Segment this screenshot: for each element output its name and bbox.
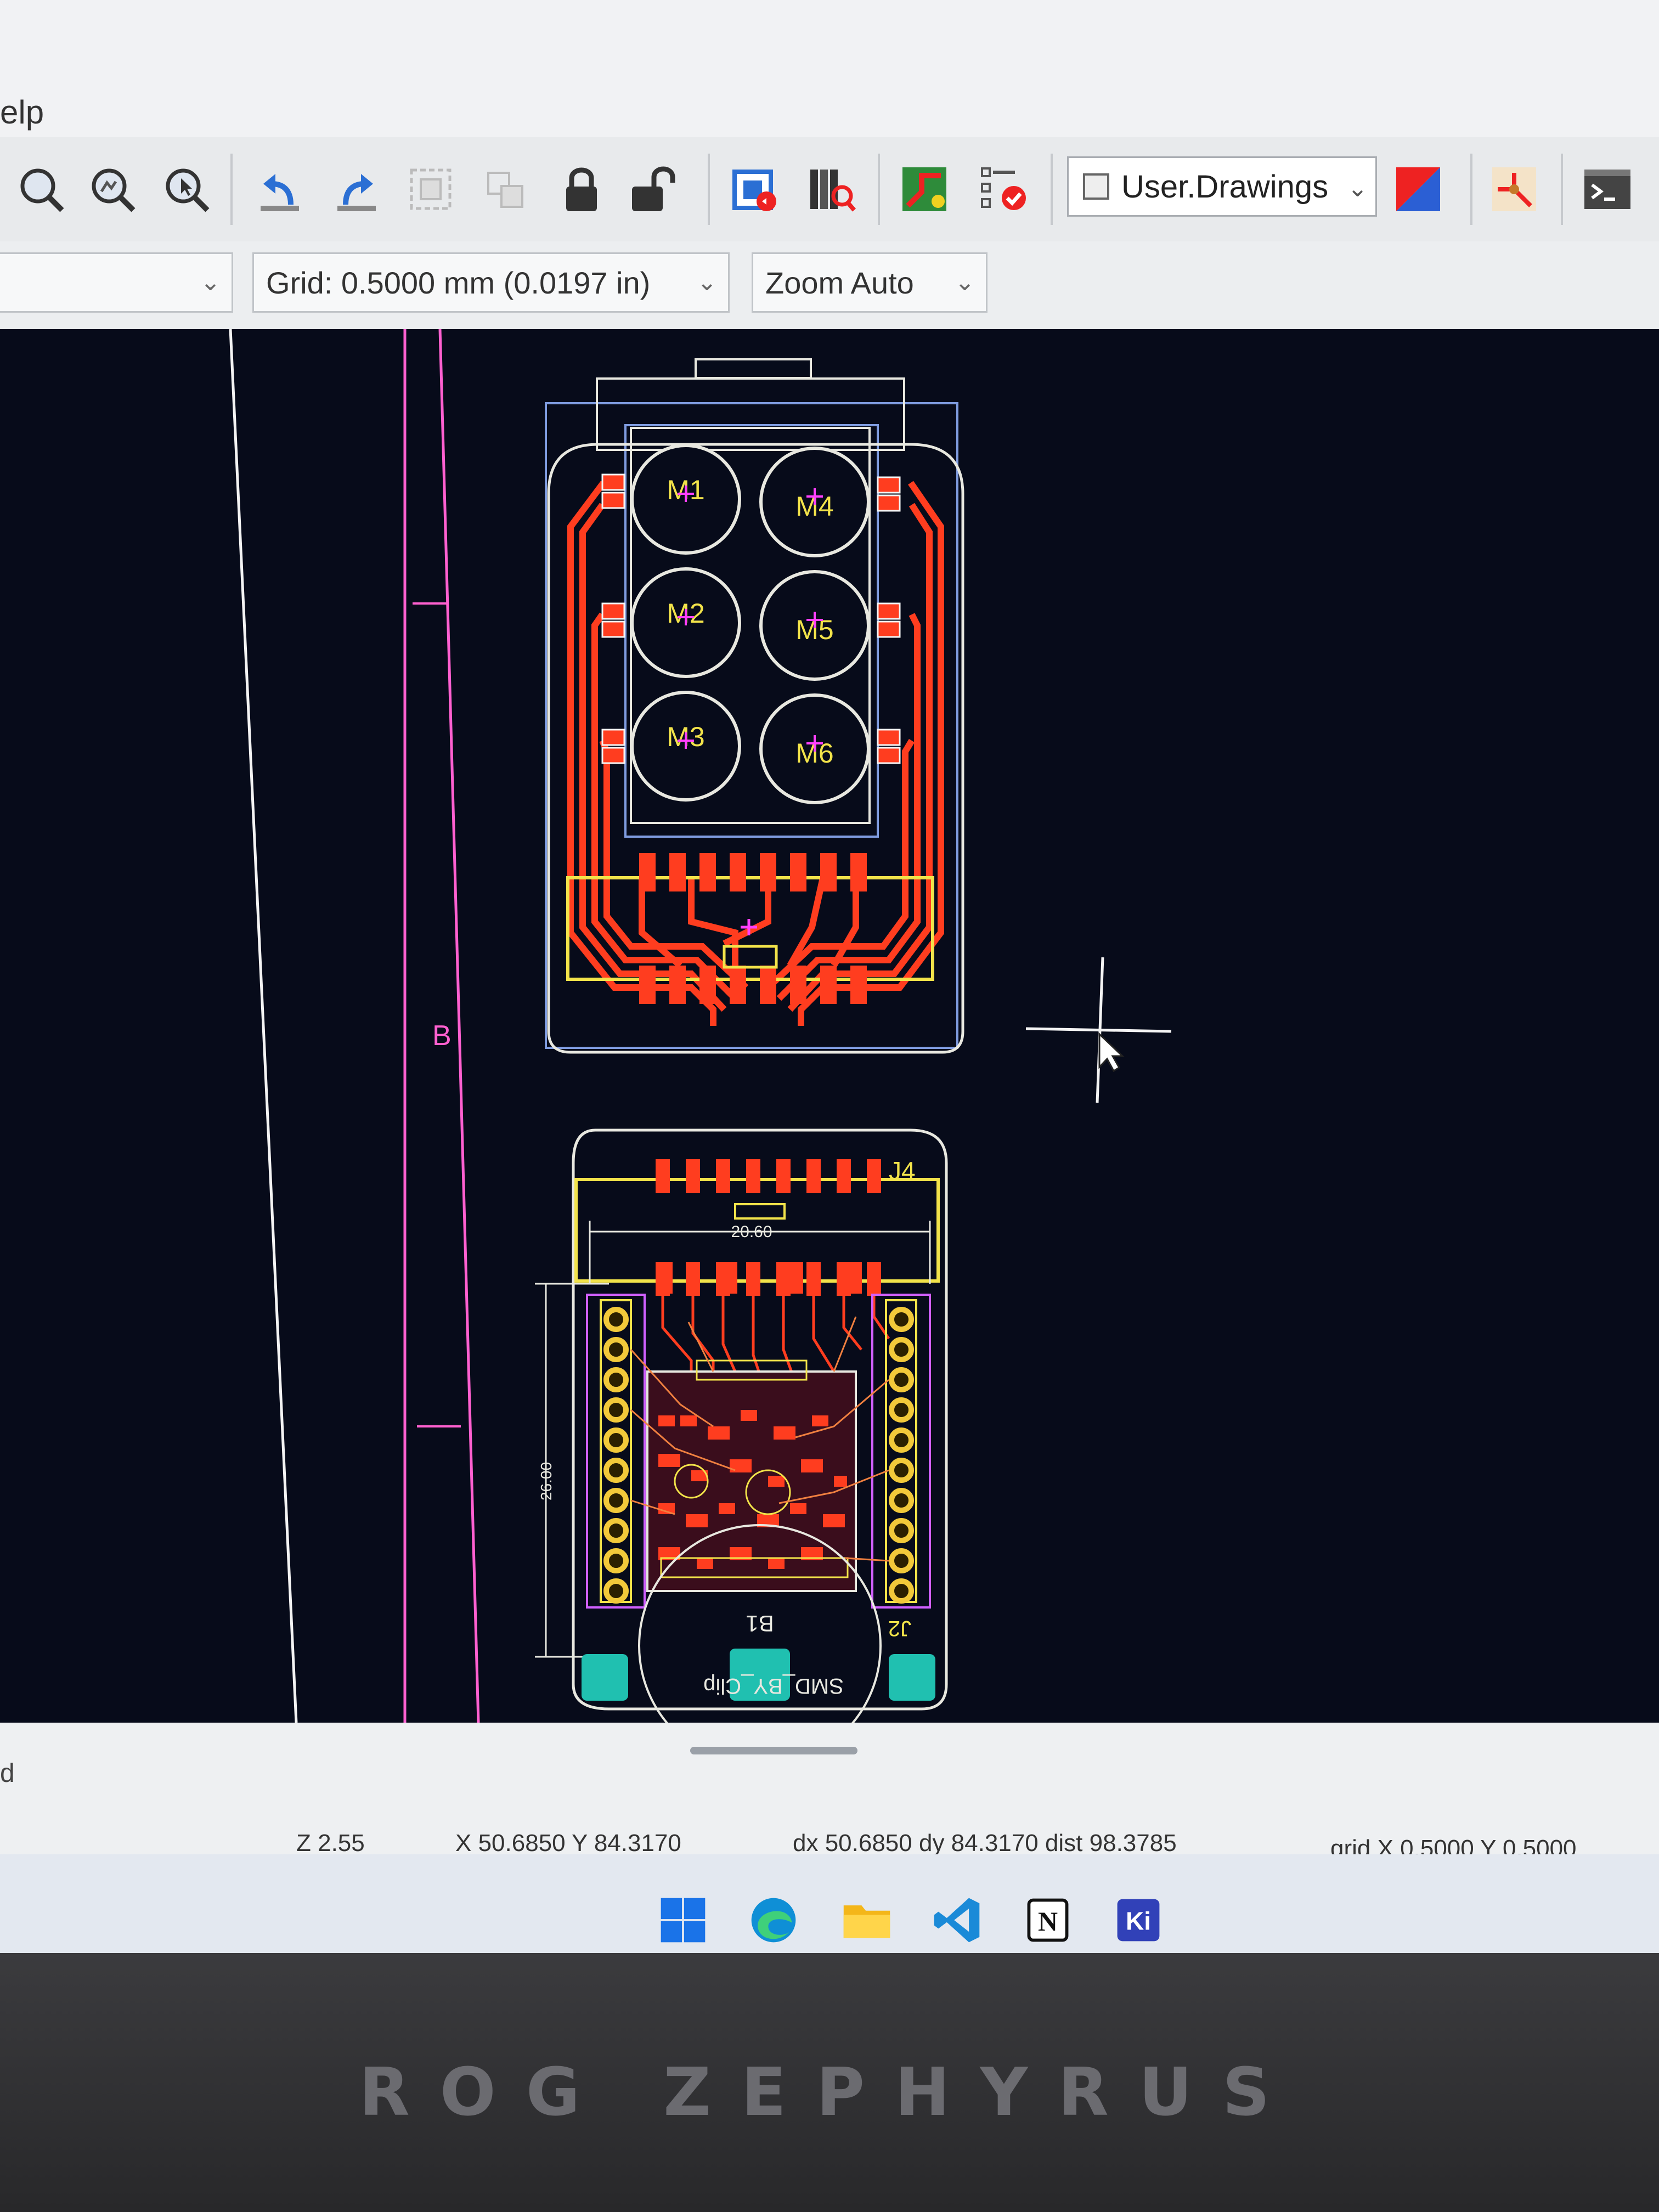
grid-dropdown-label: Grid: 0.5000 mm (0.0197 in) [266, 265, 651, 300]
kicad-icon[interactable]: Ki [1111, 1893, 1166, 1948]
windows-start-icon[interactable] [656, 1893, 710, 1948]
windows-taskbar: N Ki [0, 1854, 1659, 1953]
motor-board[interactable]: M1 M2 M3 M4 M5 M6 [545, 358, 964, 1054]
scripting-console-icon[interactable] [1577, 159, 1638, 219]
laptop-bezel: ROG ZEPHYRUS [0, 1953, 1659, 2212]
dimension-v-label: 26.00 [538, 1462, 555, 1500]
menu-help[interactable]: elp [0, 93, 44, 131]
sheet-label: B [432, 1020, 452, 1052]
cursor-crosshair [1025, 957, 1172, 1103]
zoom-fit-icon[interactable] [11, 159, 71, 219]
undo-icon[interactable] [250, 159, 310, 219]
grid-dropdown[interactable]: Grid: 0.5000 mm (0.0197 in) ⌄ [252, 252, 730, 313]
laptop-screen: elp User.Drawings ⌄ ⌄ Grid: 0.5000 mm (0… [0, 0, 1659, 1953]
status-cursor-xy: X 50.6850 Y 84.3170 [455, 1830, 681, 1857]
dimension-h-label: 20.60 [731, 1223, 772, 1241]
notion-icon-letter: N [1038, 1906, 1058, 1937]
vscode-icon[interactable] [930, 1893, 985, 1948]
j4-ref-label: J4 [889, 1156, 916, 1185]
layer-color-swatch [1083, 173, 1109, 200]
page-frame-line [229, 329, 298, 1723]
b1-ref-label: B1 [746, 1611, 774, 1637]
redo-icon[interactable] [326, 159, 387, 219]
pcb-canvas[interactable]: B M4 M5 M6 J4 20.60 26.00 B1 J2 SMD_BY_C… [0, 329, 1659, 1723]
track-width-dropdown[interactable]: ⌄ [0, 252, 233, 313]
j2-ref-label: J2 [888, 1616, 911, 1640]
chevron-down-icon: ⌄ [697, 269, 717, 296]
file-explorer-icon[interactable] [839, 1893, 894, 1948]
library-browser-icon[interactable] [801, 159, 861, 219]
chevron-down-icon: ⌄ [200, 269, 221, 296]
header-right-pins [889, 1307, 914, 1604]
footprint-editor-icon[interactable] [1484, 159, 1544, 219]
status-bar: d Z 2.55 X 50.6850 Y 84.3170 dx 50.6850 … [0, 1723, 1659, 1862]
lock-icon[interactable] [551, 159, 612, 219]
laptop-brand-logo: ROG ZEPHYRUS [359, 2055, 1300, 2131]
top-connector-silk [596, 377, 905, 451]
kicad-icon-letters: Ki [1126, 1906, 1151, 1935]
zoom-dropdown-label: Zoom Auto [765, 265, 914, 300]
net-inspector-icon[interactable] [724, 159, 785, 219]
menu-bar: elp [0, 0, 1659, 137]
route-tracks-icon[interactable] [894, 159, 955, 219]
horizontal-scrollbar[interactable] [690, 1747, 857, 1754]
layer-selector[interactable]: User.Drawings ⌄ [1067, 156, 1377, 217]
selection-toolbar: ⌄ Grid: 0.5000 mm (0.0197 in) ⌄ Zoom Aut… [0, 241, 1659, 331]
j4-ic-outline [734, 1203, 786, 1220]
edge-browser-icon[interactable] [746, 1893, 801, 1948]
zoom-dropdown[interactable]: Zoom Auto ⌄ [752, 252, 988, 313]
layer-selector-label: User.Drawings [1121, 168, 1329, 205]
footprint-label: SMD_BY_Clip [703, 1674, 844, 1698]
controller-board[interactable]: J4 20.60 26.00 B1 J2 SMD_BY_Clip [535, 1128, 948, 1723]
status-delta: dx 50.6850 dy 84.3170 dist 98.3785 [793, 1830, 1177, 1857]
group-icon[interactable] [400, 159, 461, 219]
main-toolbar [0, 137, 1659, 242]
header-left-pins [603, 1307, 629, 1604]
unlock-icon[interactable] [623, 159, 683, 219]
drc-icon[interactable] [974, 159, 1034, 219]
chevron-down-icon: ⌄ [955, 269, 975, 296]
notion-icon[interactable]: N [1020, 1893, 1075, 1948]
layer-pair-icon[interactable] [1388, 159, 1448, 219]
ungroup-icon[interactable] [475, 159, 535, 219]
zoom-in-icon[interactable] [82, 159, 143, 219]
top-connector-outline [695, 358, 812, 379]
zoom-selection-icon[interactable] [156, 159, 217, 219]
status-zoom: Z 2.55 [296, 1830, 365, 1857]
status-message: d [0, 1759, 15, 1788]
chevron-down-icon: ⌄ [1347, 175, 1368, 202]
